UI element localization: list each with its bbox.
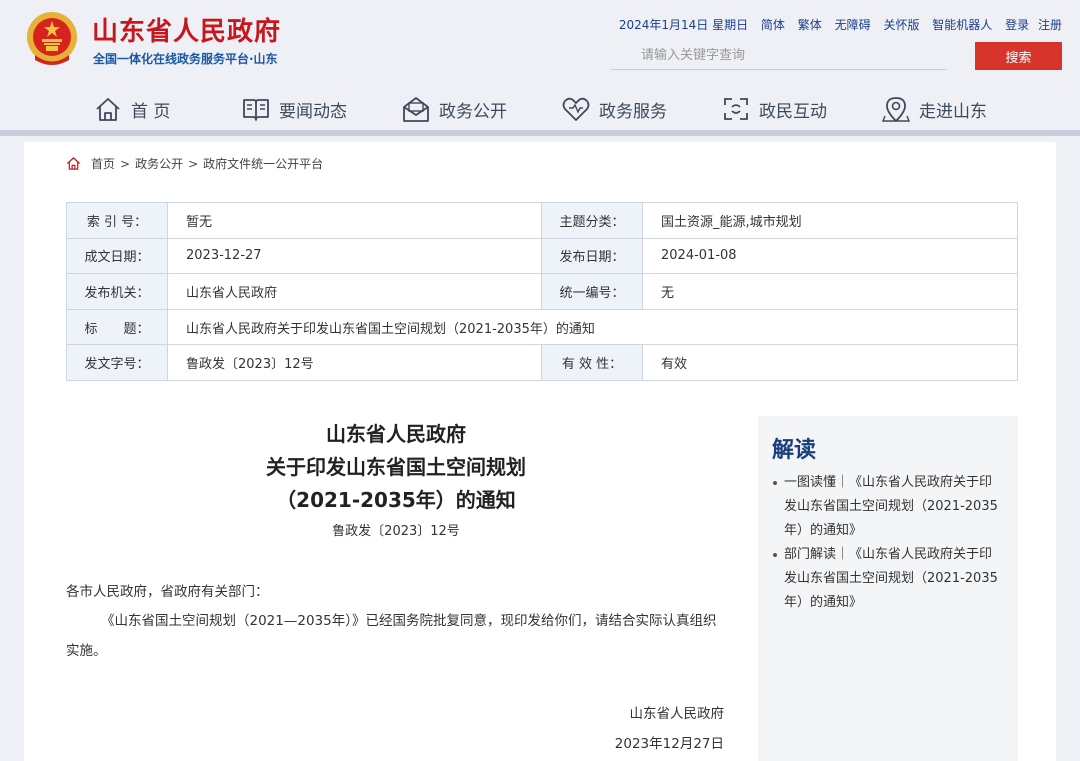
table-row: 发文字号： 鲁政发〔2023〕12号 有 效 性： 有效 [66,344,1018,381]
nav-shandong-label: 走进山东 [919,101,987,122]
nav-gov-service[interactable]: 政务服务 [561,92,667,126]
home-icon [96,98,120,121]
nav-gov-open[interactable]: 政务公开 [401,92,507,126]
document-number: 鲁政发〔2023〕12号 [332,524,460,539]
issuer-label: 发布机关： [66,273,168,310]
home-icon [66,157,81,170]
document-title: 山东省人民政府 关于印发山东省国土空间规划 （2021-2035年）的通知 [66,418,726,517]
site-header: 山东省人民政府 全国一体化在线政务服务平台·山东 2024年1月14日 星期日 … [0,0,1080,84]
breadcrumb-separator: > [120,156,131,171]
search-input[interactable] [611,42,947,70]
title-label: 标 题： [66,308,168,346]
site-title[interactable]: 山东省人民政府 [92,11,281,48]
title-value: 山东省人民政府关于印发山东省国土空间规划（2021-2035年）的通知 [167,308,1018,346]
search-button[interactable]: 搜索 [975,42,1062,70]
validity-value: 有效 [642,344,1018,381]
table-row: 发布机关： 山东省人民政府 统一编号： 无 [66,273,1018,310]
news-book-icon [243,99,269,121]
sidebar-link-infographic[interactable]: 一图读懂｜《山东省人民政府关于印发山东省国土空间规划（2021-2035年）的通… [772,471,1004,543]
nav-news-label: 要闻动态 [279,101,347,122]
signature: 山东省人民政府 [629,706,725,722]
document-title-line-3: （2021-2035年）的通知 [276,488,516,512]
breadcrumb-platform[interactable]: 政府文件统一公开平台 [203,155,323,172]
link-login[interactable]: 登录 [1005,18,1029,32]
breadcrumb: 首页 > 政务公开 > 政府文件统一公开平台 [66,155,323,172]
index-no-value: 暂无 [167,202,542,239]
salutation: 各市人民政府，省政府有关部门： [66,584,269,600]
breadcrumb-gov-open[interactable]: 政务公开 [135,155,183,172]
breadcrumb-home[interactable]: 首页 [91,155,115,172]
index-no-label: 索 引 号： [66,202,168,239]
link-simplified[interactable]: 简体 [761,18,785,32]
link-care-mode[interactable]: 关怀版 [883,18,919,32]
document-paragraph: 《山东省国土空间规划（2021—2035年）》已经国务院批复同意，现印发给你们，… [66,613,717,659]
link-chatbot[interactable]: 智能机器人 [932,18,992,32]
link-traditional[interactable]: 繁体 [798,18,822,32]
current-date: 2024年1月14日 星期日 [618,18,749,32]
breadcrumb-separator: > [188,156,199,171]
nav-shandong[interactable]: 走进山东 [881,92,987,126]
topic-label: 主题分类： [541,202,643,239]
validity-label: 有 效 性： [541,344,643,381]
nav-interaction[interactable]: 政民互动 [721,92,827,126]
published-date-value: 2024-01-08 [642,237,1018,275]
written-date-label: 成文日期： [66,237,168,275]
top-links: 2024年1月14日 星期日 简体 繁体 无障碍 关怀版 智能机器人 登录 注册 [619,16,1062,33]
main-nav: 首 页 要闻动态 政务公开 政务服务 政民互动 走进山东 [0,84,1080,136]
topic-value: 国土资源_能源,城市规划 [642,202,1018,239]
sign-date: 2023年12月27日 [614,736,724,752]
document-title-line-2: 关于印发山东省国土空间规划 [266,455,526,479]
interpretation-sidebar: 解读 一图读懂｜《山东省人民政府关于印发山东省国土空间规划（2021-2035年… [758,416,1018,761]
nav-home-label: 首 页 [131,101,171,122]
written-date-value: 2023-12-27 [167,237,542,275]
published-date-label: 发布日期： [541,237,643,275]
site-subtitle: 全国一体化在线政务服务平台·山东 [93,52,278,66]
sidebar-link-department[interactable]: 部门解读｜《山东省人民政府关于印发山东省国土空间规划（2021-2035年）的通… [772,543,1004,615]
nav-home[interactable]: 首 页 [93,92,170,126]
table-row: 标 题： 山东省人民政府关于印发山东省国土空间规划（2021-2035年）的通知 [66,308,1018,346]
nav-interaction-label: 政民互动 [759,101,827,122]
link-accessibility[interactable]: 无障碍 [835,18,871,32]
serial-value: 无 [642,273,1018,310]
nav-news[interactable]: 要闻动态 [241,92,347,126]
mail-open-icon [403,97,429,122]
location-pin-icon [881,97,911,122]
national-emblem-icon [27,12,77,65]
document-meta-table: 索 引 号： 暂无 主题分类： 国土资源_能源,城市规划 成文日期： 2023-… [66,202,1018,381]
heart-icon [562,97,590,121]
link-register[interactable]: 注册 [1038,18,1062,32]
doc-no-label: 发文字号： [66,344,168,381]
table-row: 索 引 号： 暂无 主题分类： 国土资源_能源,城市规划 [66,202,1018,239]
doc-no-value: 鲁政发〔2023〕12号 [167,344,542,381]
issuer-value: 山东省人民政府 [167,273,542,310]
nav-gov-open-label: 政务公开 [439,101,507,122]
sidebar-title: 解读 [772,438,817,463]
table-row: 成文日期： 2023-12-27 发布日期： 2024-01-08 [66,237,1018,275]
interaction-icon [724,98,748,120]
document-title-line-1: 山东省人民政府 [326,422,466,446]
serial-label: 统一编号： [541,273,643,310]
nav-gov-service-label: 政务服务 [599,101,667,122]
